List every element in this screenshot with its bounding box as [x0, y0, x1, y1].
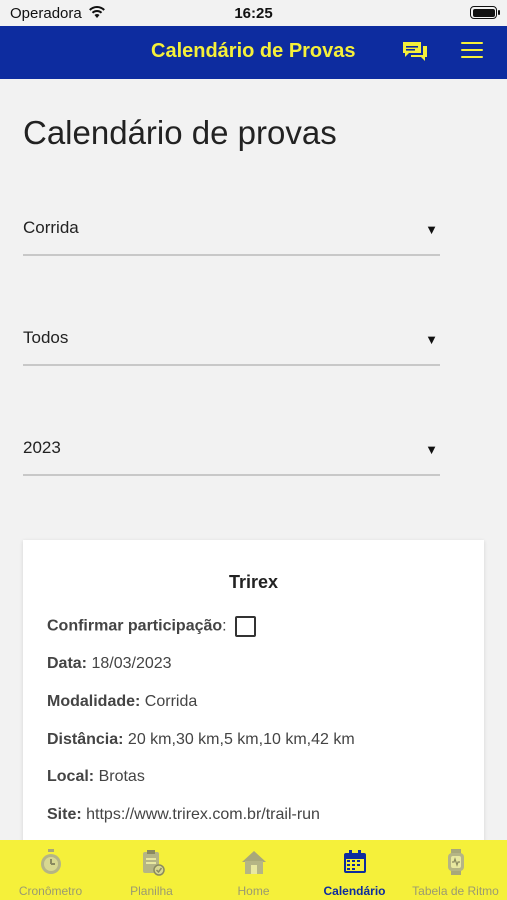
- status-time: 16:25: [234, 5, 273, 22]
- event-mode-row: Modalidade: Corrida: [47, 693, 197, 711]
- home-icon: [241, 851, 266, 874]
- dropdown-arrow-icon: ▼: [425, 222, 438, 237]
- bottom-tab-bar: Cronômetro Planilha Home Calendário Tabe…: [0, 840, 507, 900]
- sport-select-value: Corrida: [23, 218, 79, 237]
- event-distance-label: Distância:: [47, 731, 124, 748]
- tab-cronometro[interactable]: Cronômetro: [0, 840, 101, 900]
- app-bar: Calendário de Provas: [0, 26, 507, 79]
- event-site-label: Site:: [47, 806, 82, 823]
- event-place-label: Local:: [47, 768, 95, 785]
- app-bar-title: Calendário de Provas: [151, 40, 356, 62]
- dropdown-arrow-icon: ▼: [425, 332, 438, 347]
- event-mode-label: Modalidade:: [47, 693, 141, 710]
- event-date-label: Data:: [47, 655, 88, 672]
- event-place-row: Local: Brotas: [47, 768, 145, 786]
- event-distance-value: 20 km,30 km,5 km,10 km,42 km: [127, 731, 355, 748]
- event-card: Trirex Confirmar participação: Data: 18/…: [23, 540, 484, 860]
- status-bar: Operadora 16:25: [0, 0, 507, 26]
- event-mode-value: Corrida: [144, 693, 198, 710]
- event-site-row: Site: https://www.trirex.com.br/trail-ru…: [47, 806, 320, 824]
- smartwatch-icon: [447, 849, 464, 875]
- event-title: Trirex: [228, 572, 279, 592]
- chat-icon[interactable]: [401, 40, 429, 64]
- confirm-participation-checkbox[interactable]: [235, 616, 257, 637]
- tab-home[interactable]: Home: [203, 840, 304, 900]
- hamburger-menu-icon[interactable]: [461, 42, 483, 62]
- event-place-value: Brotas: [98, 768, 145, 785]
- confirm-participation-colon: :: [222, 617, 227, 635]
- region-select-value: Todos: [23, 328, 69, 347]
- confirm-participation-label: Confirmar participação: [47, 617, 223, 635]
- tab-label: Calendário: [323, 884, 386, 898]
- calendar-icon: [343, 850, 366, 873]
- stopwatch-icon: [40, 849, 61, 874]
- tab-planilha[interactable]: Planilha: [101, 840, 202, 900]
- year-select-value: 2023: [23, 438, 61, 457]
- year-select[interactable]: 2023 ▼: [23, 434, 440, 476]
- tab-calendario[interactable]: Calendário: [304, 840, 405, 900]
- tab-label: Cronômetro: [18, 884, 83, 898]
- region-select[interactable]: Todos ▼: [23, 324, 440, 366]
- event-date-row: Data: 18/03/2023: [47, 655, 172, 673]
- confirm-participation-row: Confirmar participação:: [47, 616, 257, 637]
- event-site-link[interactable]: https://www.trirex.com.br/trail-run: [86, 806, 320, 823]
- tab-tabela-de-ritmo[interactable]: Tabela de Ritmo: [405, 840, 506, 900]
- tab-label: Home: [237, 884, 270, 898]
- clipboard-icon: [142, 850, 165, 876]
- event-date-value: 18/03/2023: [91, 655, 172, 672]
- battery-icon: [470, 6, 500, 19]
- tab-label: Tabela de Ritmo: [412, 884, 499, 898]
- tab-label: Planilha: [130, 884, 173, 898]
- page-title: Calendário de provas: [23, 114, 337, 151]
- event-distance-row: Distância: 20 km,30 km,5 km,10 km,42 km: [47, 731, 355, 749]
- dropdown-arrow-icon: ▼: [425, 442, 438, 457]
- sport-select[interactable]: Corrida ▼: [23, 214, 440, 256]
